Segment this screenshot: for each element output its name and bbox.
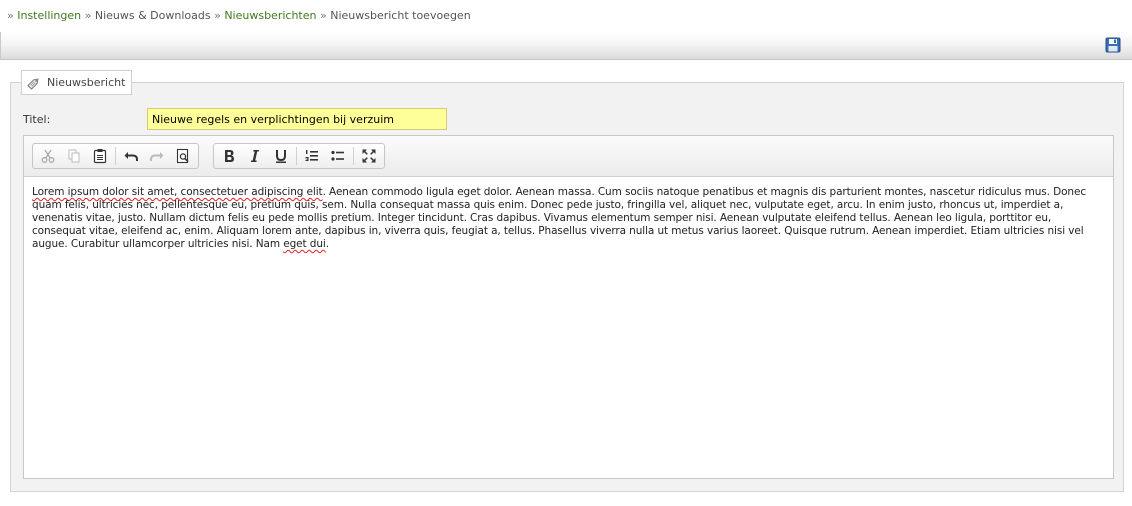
redo-icon [150,152,164,161]
editor-content-area[interactable]: Lorem ipsum dolor sit amet, consectetuer… [24,177,1113,251]
cut-icon [41,149,55,163]
underline-button[interactable] [268,145,294,167]
undo-icon [124,152,138,161]
breadcrumb-separator: » [319,9,327,22]
bold-icon [225,150,234,162]
copy-icon [68,149,80,163]
preview-icon [176,148,189,164]
paste-icon [93,149,107,164]
undo-button[interactable] [118,145,144,167]
numbered-list-button[interactable] [299,145,325,167]
cut-button[interactable] [35,145,61,167]
breadcrumb: » Instellingen » Nieuws & Downloads » Ni… [7,9,471,22]
copy-button[interactable] [61,145,87,167]
breadcrumb-separator: » [7,9,14,22]
numbered-list-icon [305,150,318,161]
maximize-icon [362,149,376,163]
title-input[interactable] [147,108,447,130]
bold-button[interactable] [216,145,242,167]
maximize-button[interactable] [356,145,382,167]
breadcrumb-link-instellingen[interactable]: Instellingen [17,9,81,22]
panel-legend-label: Nieuwsbericht [47,76,126,89]
breadcrumb-link-nieuwsberichten[interactable]: Nieuwsberichten [224,9,316,22]
italic-button[interactable] [242,145,268,167]
paste-button[interactable] [87,145,113,167]
italic-icon [250,150,259,162]
editor-text-end: . [325,238,329,250]
tag-icon [27,78,39,90]
editor-text-spellcheck: eget dui [283,238,326,250]
editor-text-spellcheck: Lorem ipsum dolor sit amet, consectetuer… [32,186,323,198]
save-button[interactable] [1105,37,1121,53]
breadcrumb-separator: » [84,9,92,22]
toolbar-divider [353,147,354,165]
bulleted-list-icon [331,150,344,161]
floppy-disk-icon [1105,37,1121,53]
toolbar-group-clipboard [32,143,199,169]
underline-icon [276,150,286,163]
breadcrumb-separator: » [214,9,221,22]
panel-legend: Nieuwsbericht [21,70,133,95]
breadcrumb-item-nieuws-downloads: Nieuws & Downloads [94,9,211,22]
toolbar-group-formatting [213,143,385,169]
toolbar-divider [115,147,116,165]
redo-button[interactable] [144,145,170,167]
action-bar [0,32,1132,60]
bulleted-list-button[interactable] [325,145,351,167]
breadcrumb-current: Nieuwsbericht toevoegen [330,9,471,22]
rich-text-editor: Lorem ipsum dolor sit amet, consectetuer… [23,135,1114,479]
editor-toolbar [24,136,1113,177]
title-label: Titel: [23,113,51,126]
toolbar-divider [296,147,297,165]
preview-button[interactable] [170,145,196,167]
